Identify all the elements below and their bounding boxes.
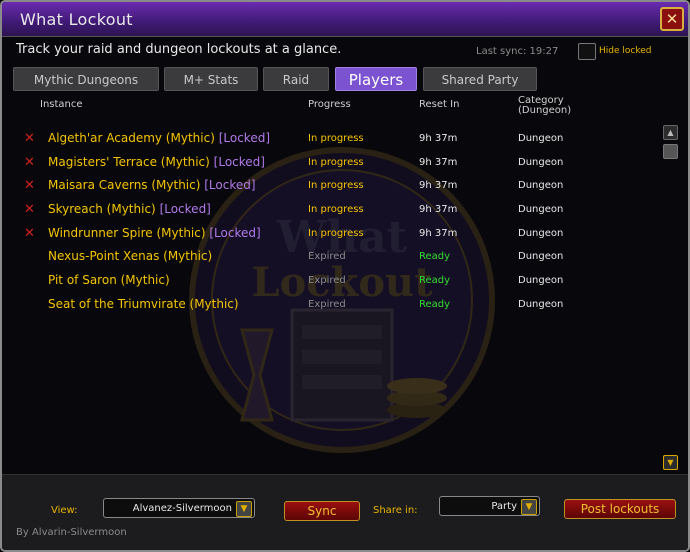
category-cell: Dungeon [518,228,564,239]
table-row[interactable]: Seat of the Triumvirate (Mythic) Expired… [10,296,650,318]
instance-name: Maisara Caverns (Mythic) [48,178,201,192]
view-dropdown[interactable]: Alvanez-Silvermoon ▼ [103,498,255,518]
instance-name: Algeth'ar Academy (Mythic) [48,131,215,145]
category-cell: Dungeon [518,251,564,262]
red-x-icon: ✕ [24,131,35,146]
column-header-category: Category (Dungeon) [518,95,572,116]
instance-name: Windrunner Spire (Mythic) [48,226,206,240]
share-dropdown-value: Party [491,501,517,512]
table-row[interactable]: Pit of Saron (Mythic) Expired Ready Dung… [10,272,650,294]
red-x-icon: ✕ [24,155,35,170]
hide-locked-checkbox[interactable] [578,43,596,60]
reset-cell: Ready [419,299,451,310]
sync-button[interactable]: Sync [284,501,360,521]
scrollbar-thumb[interactable] [663,144,678,159]
view-label: View: [51,505,78,516]
subtitle: Track your raid and dungeon lockouts at … [16,42,342,57]
window-title: What Lockout [20,10,133,29]
table-row[interactable]: ✕ Maisara Caverns (Mythic) [Locked] In p… [10,177,650,199]
category-cell: Dungeon [518,180,564,191]
close-icon: ✕ [665,10,679,28]
locked-tag: [Locked] [209,226,261,240]
reset-cell: 9h 37m [419,228,458,239]
arrow-down-icon: ▼ [667,458,674,467]
post-lockouts-button[interactable]: Post lockouts [564,499,676,519]
last-sync-text: Last sync: 19:27 [476,46,559,57]
column-header-reset-in: Reset In [419,99,460,110]
instance-name: Skyreach (Mythic) [48,202,156,216]
progress-cell: In progress [308,180,364,191]
progress-cell: Expired [308,251,346,262]
arrow-up-icon: ▲ [667,128,674,137]
scroll-up-button[interactable]: ▲ [663,125,678,140]
red-x-icon: ✕ [24,202,35,217]
chevron-down-icon[interactable]: ▼ [521,499,537,515]
category-cell: Dungeon [518,299,564,310]
chevron-down-icon[interactable]: ▼ [236,501,252,517]
locked-tag: [Locked] [159,202,211,216]
table-row[interactable]: ✕ Skyreach (Mythic) [Locked] In progress… [10,201,650,223]
reset-cell: Ready [419,251,451,262]
reset-cell: 9h 37m [419,180,458,191]
locked-tag: [Locked] [218,131,271,145]
hide-locked-label: Hide locked [599,46,652,56]
addon-window: What Lockout ✕ Track your raid and dunge… [0,0,690,552]
instance-name: Nexus-Point Xenas (Mythic) [48,249,213,263]
table-row[interactable]: ✕ Algeth'ar Academy (Mythic) [Locked] In… [10,130,650,152]
column-header-progress: Progress [308,99,351,110]
red-x-icon: ✕ [24,226,35,241]
author-byline: By Alvarin-Silvermoon [16,527,127,538]
tab-raid[interactable]: Raid [263,67,329,91]
progress-cell: Expired [308,275,346,286]
reset-cell: 9h 37m [419,157,458,168]
progress-cell: In progress [308,133,364,144]
close-button[interactable]: ✕ [660,7,684,31]
column-header-instance: Instance [40,99,83,110]
view-dropdown-value: Alvanez-Silvermoon [132,503,232,514]
category-cell: Dungeon [518,133,564,144]
progress-cell: In progress [308,228,364,239]
progress-cell: In progress [308,204,364,215]
tab-shared-party[interactable]: Shared Party [423,67,537,91]
reset-cell: Ready [419,275,451,286]
category-cell: Dungeon [518,157,564,168]
reset-cell: 9h 37m [419,133,458,144]
category-cell: Dungeon [518,204,564,215]
scroll-down-button[interactable]: ▼ [663,455,678,470]
share-in-label: Share in: [373,505,418,516]
table-row[interactable]: Nexus-Point Xenas (Mythic) Expired Ready… [10,248,650,270]
tab-players[interactable]: Players [335,67,417,91]
locked-tag: [Locked] [204,178,256,192]
red-x-icon: ✕ [24,178,35,193]
instance-name: Seat of the Triumvirate (Mythic) [48,297,239,311]
locked-tag: [Locked] [213,155,265,169]
progress-cell: Expired [308,299,346,310]
progress-cell: In progress [308,157,364,168]
table-row[interactable]: ✕ Magisters' Terrace (Mythic) [Locked] I… [10,154,650,176]
instance-name: Pit of Saron (Mythic) [48,273,170,287]
share-dropdown[interactable]: Party ▼ [439,496,540,516]
instance-name: Magisters' Terrace (Mythic) [48,155,210,169]
tab-mythic-dungeons[interactable]: Mythic Dungeons [13,67,159,91]
category-cell: Dungeon [518,275,564,286]
reset-cell: 9h 37m [419,204,458,215]
tab-m-plus-stats[interactable]: M+ Stats [164,67,258,91]
title-bar[interactable]: What Lockout ✕ [2,2,688,37]
table-row[interactable]: ✕ Windrunner Spire (Mythic) [Locked] In … [10,225,650,247]
